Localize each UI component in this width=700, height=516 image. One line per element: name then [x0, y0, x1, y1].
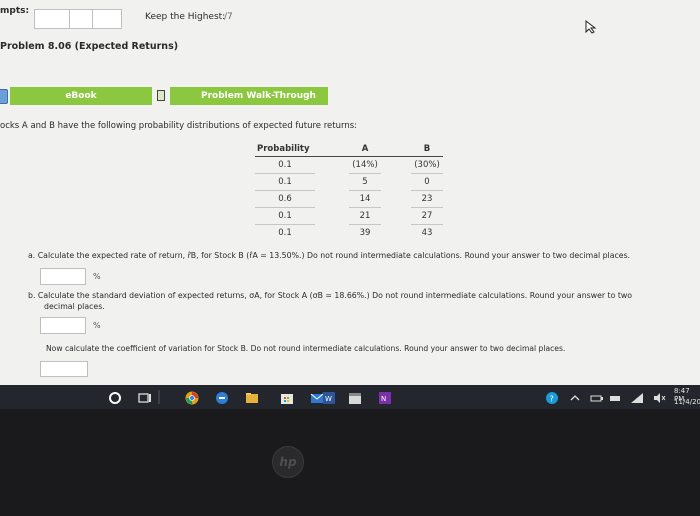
- task-view-icon[interactable]: [138, 390, 152, 404]
- word-icon[interactable]: W: [322, 390, 336, 404]
- problem-intro: ocks A and B have the following probabil…: [0, 121, 357, 131]
- table-cell: 39: [359, 228, 371, 238]
- table-cell: 27: [411, 207, 443, 225]
- table-cell: 0: [411, 173, 443, 191]
- network-icon[interactable]: [608, 390, 622, 404]
- header-stock-b: B: [411, 142, 443, 157]
- windows-taskbar: W N ? 8:47 PM 11/4/20: [0, 385, 700, 409]
- answer-c-input[interactable]: [40, 361, 88, 377]
- browser-content: mpts: Keep the Highest: /7 Problem 8.06 …: [0, 0, 700, 385]
- clock-date[interactable]: 11/4/20: [674, 398, 700, 406]
- edge-icon[interactable]: [215, 390, 229, 404]
- collapsed-tool-button[interactable]: [0, 89, 8, 104]
- start-search-icon[interactable]: [108, 390, 122, 404]
- table-cell: 0.1: [255, 207, 315, 225]
- table-cell: 0.1: [255, 173, 315, 191]
- question-c: Now calculate the coefficient of variati…: [46, 344, 566, 353]
- table-cell: (30%): [411, 156, 443, 174]
- attempts-label: mpts:: [0, 6, 30, 16]
- attempts-box-2: [69, 9, 93, 29]
- battery-icon[interactable]: [590, 390, 604, 404]
- question-b: b. Calculate the standard deviation of e…: [28, 291, 633, 300]
- chevron-up-icon[interactable]: [568, 390, 582, 404]
- table-row: 0.1 21 27: [255, 207, 443, 225]
- svg-text:N: N: [381, 395, 386, 403]
- svg-text:W: W: [325, 395, 332, 403]
- answer-b-input[interactable]: [40, 317, 86, 334]
- chrome-icon[interactable]: [185, 390, 199, 405]
- table-cell: 21: [349, 207, 381, 225]
- wifi-icon[interactable]: [630, 390, 644, 404]
- table-row: 0.1 5 0: [255, 173, 443, 191]
- answer-a-unit: %: [93, 272, 101, 281]
- taskbar-separator: [158, 390, 160, 404]
- problem-title: Problem 8.06 (Expected Returns): [0, 41, 179, 52]
- table-cell: 23: [411, 190, 443, 208]
- walkthrough-icon: [157, 90, 165, 101]
- volume-icon[interactable]: [652, 390, 666, 404]
- table-cell: (14%): [349, 156, 381, 174]
- file-explorer-icon[interactable]: [245, 390, 259, 404]
- answer-a-input[interactable]: [40, 268, 86, 285]
- problem-walkthrough-button[interactable]: Problem Walk-Through: [157, 87, 328, 105]
- question-a: a. Calculate the expected rate of return…: [28, 251, 631, 260]
- table-cell: 43: [421, 228, 433, 238]
- store-icon[interactable]: [280, 390, 294, 404]
- ebook-button[interactable]: eBook: [10, 87, 152, 105]
- attempts-box-1: [34, 9, 70, 29]
- question-b-continued: decimal places.: [44, 302, 105, 311]
- attempts-box-3: [92, 9, 122, 29]
- table-cell: 5: [349, 173, 381, 191]
- table-cell: 0.6: [255, 190, 315, 208]
- table-row: 0.1 (14%) (30%): [255, 156, 443, 174]
- calendar-icon[interactable]: [348, 390, 362, 404]
- svg-text:?: ?: [550, 395, 554, 404]
- mouse-cursor-icon: [585, 19, 597, 38]
- keep-highest-value: /7: [224, 12, 233, 22]
- table-row: 0.1 39 43: [255, 225, 443, 242]
- onenote-icon[interactable]: N: [378, 390, 392, 404]
- hp-logo: hp: [272, 446, 304, 478]
- table-cell: 0.1: [278, 228, 292, 238]
- header-stock-a: A: [349, 142, 381, 157]
- walkthrough-label: Problem Walk-Through: [201, 91, 316, 101]
- table-cell: 14: [349, 190, 381, 208]
- probability-table: Probability A B 0.1 (14%) (30%) 0.1 5 0 …: [255, 142, 443, 241]
- table-cell: 0.1: [255, 156, 315, 174]
- answer-b-unit: %: [93, 321, 101, 330]
- help-icon[interactable]: ?: [545, 390, 559, 404]
- table-row: 0.6 14 23: [255, 190, 443, 208]
- keep-highest-label: Keep the Highest:: [145, 12, 226, 22]
- header-probability: Probability: [255, 142, 315, 157]
